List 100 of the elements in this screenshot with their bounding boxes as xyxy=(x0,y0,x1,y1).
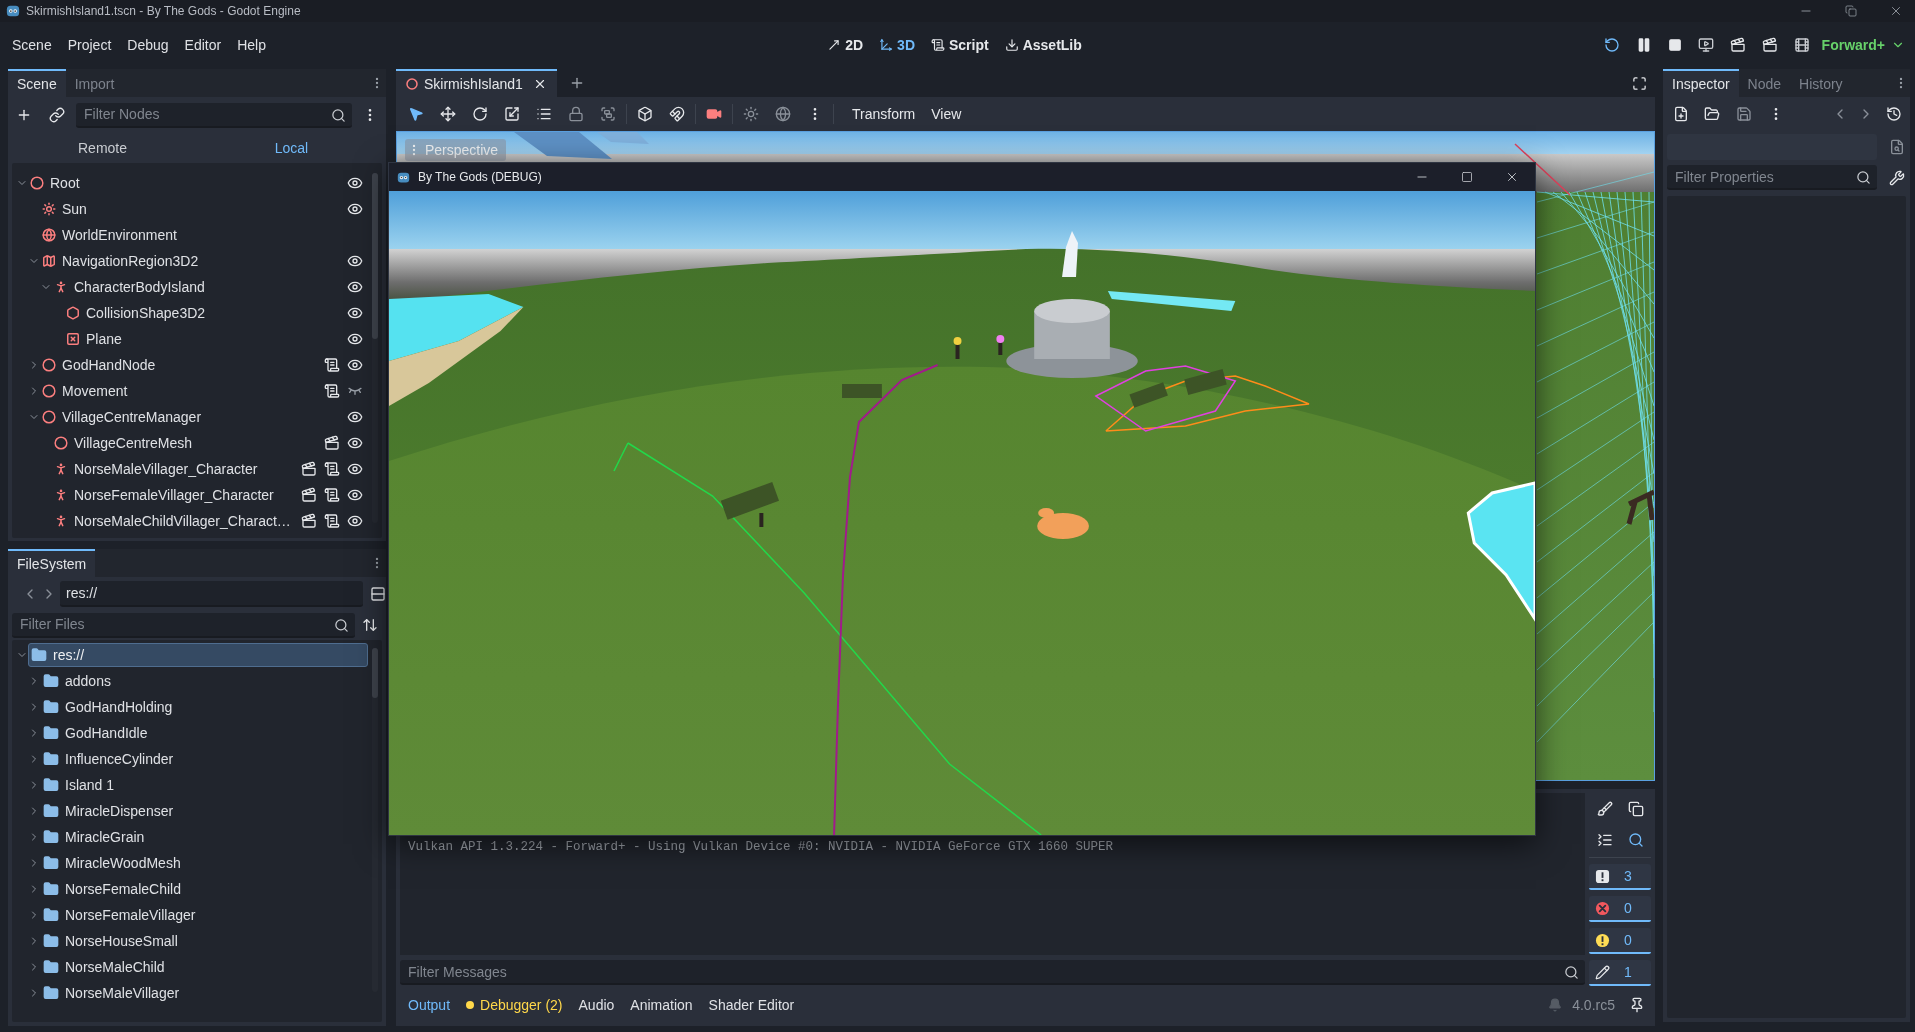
scene-node-item[interactable]: Movement xyxy=(40,380,130,402)
dock-tab[interactable]: FileSystem xyxy=(8,549,96,577)
film-icon[interactable] xyxy=(1793,37,1810,53)
wrench-icon[interactable] xyxy=(1889,169,1905,186)
eye-icon[interactable] xyxy=(347,201,363,217)
camera-icon[interactable] xyxy=(706,106,722,122)
group-icon[interactable] xyxy=(600,106,616,122)
save-icon[interactable] xyxy=(1736,106,1752,122)
scrollbar-thumb[interactable] xyxy=(372,648,378,698)
bottom-tab[interactable]: Animation xyxy=(622,992,701,1018)
folder-item[interactable]: NorseFemaleChild xyxy=(40,877,368,901)
folder-item[interactable]: addons xyxy=(40,669,368,693)
dock-tab[interactable]: Scene xyxy=(8,69,66,97)
close-icon[interactable] xyxy=(1889,4,1903,18)
eye-icon[interactable] xyxy=(347,513,363,529)
scroll-icon[interactable] xyxy=(324,383,340,399)
restore-icon[interactable] xyxy=(1845,5,1857,17)
clapper-icon[interactable] xyxy=(301,461,317,477)
eye-icon[interactable] xyxy=(347,435,363,451)
close-icon[interactable] xyxy=(1505,170,1519,184)
folder-item[interactable]: res:// xyxy=(28,643,368,667)
history-icon[interactable] xyxy=(1886,106,1902,122)
path-field[interactable]: res:// xyxy=(60,580,363,607)
cube-icon[interactable] xyxy=(637,106,653,122)
scene-node-item[interactable]: CollisionShape3D2 xyxy=(64,302,208,324)
folder-item[interactable]: MiracleWoodMesh xyxy=(40,851,368,875)
filter-field[interactable]: Filter Messages xyxy=(400,960,1585,985)
scene-node-item[interactable]: Sun xyxy=(40,198,89,220)
log-filter-toggle[interactable]: 3 xyxy=(1589,864,1651,890)
menu-item[interactable]: Scene xyxy=(4,30,60,60)
clapper-icon[interactable] xyxy=(301,487,317,503)
globe-icon[interactable] xyxy=(775,106,791,122)
folder-item[interactable]: NorseHouseSmall xyxy=(40,929,368,953)
document-search-icon[interactable] xyxy=(1889,138,1905,155)
sort-icon[interactable] xyxy=(362,617,378,633)
monitor-icon[interactable] xyxy=(1697,37,1714,53)
folder-item[interactable]: GodHandHolding xyxy=(40,695,368,719)
menu-item[interactable]: Editor xyxy=(176,30,230,60)
eye-icon[interactable] xyxy=(347,175,363,191)
open-folder-icon[interactable] xyxy=(1704,106,1720,122)
menu-item[interactable]: Debug xyxy=(119,30,177,60)
eye-icon[interactable] xyxy=(347,357,363,373)
pin-icon[interactable] xyxy=(1629,997,1645,1013)
dock-tab[interactable]: Inspector xyxy=(1663,69,1739,97)
rotate-icon[interactable] xyxy=(472,106,488,122)
scene-node-item[interactable]: GodHandNode xyxy=(40,354,158,376)
eye-icon[interactable] xyxy=(347,331,363,347)
eye-icon[interactable] xyxy=(347,487,363,503)
filter-field[interactable]: Filter Files xyxy=(12,612,355,638)
tree-mode-tab[interactable]: Remote xyxy=(8,135,197,161)
clapper-icon[interactable] xyxy=(1761,37,1778,53)
magnet-icon[interactable] xyxy=(669,106,685,122)
bottom-tab[interactable]: Debugger (2) xyxy=(458,992,571,1018)
scene-node-item[interactable]: WorldEnvironment xyxy=(40,224,179,246)
eye-icon[interactable] xyxy=(347,461,363,477)
document-tab[interactable]: SkirmishIsland1 xyxy=(396,69,557,97)
clapper-icon[interactable] xyxy=(1729,37,1746,53)
copy-icon[interactable] xyxy=(1627,801,1644,817)
scroll-icon[interactable] xyxy=(324,461,340,477)
clapper-icon[interactable] xyxy=(301,513,317,529)
bottom-tab[interactable]: Output xyxy=(400,992,459,1018)
folder-item[interactable]: MiracleDispenser xyxy=(40,799,368,823)
sun-icon[interactable] xyxy=(743,106,759,122)
menu-item[interactable]: Project xyxy=(59,30,120,60)
log-filter-toggle[interactable]: 1 xyxy=(1589,960,1651,986)
scrollbar-thumb[interactable] xyxy=(372,173,378,339)
menu-item[interactable]: Help xyxy=(229,30,274,60)
add-icon[interactable] xyxy=(16,107,32,123)
expand-icon[interactable] xyxy=(1632,75,1647,91)
log-filter-toggle[interactable]: 0 xyxy=(1589,928,1651,954)
folder-item[interactable]: MiracleGrain xyxy=(40,825,368,849)
folder-item[interactable]: NorseMaleChild xyxy=(40,955,368,979)
eye-icon[interactable] xyxy=(347,253,363,269)
workspace-tab[interactable]: Script xyxy=(925,30,995,60)
folder-item[interactable]: Island 1 xyxy=(40,773,368,797)
maximize-icon[interactable] xyxy=(1461,171,1473,183)
eye-icon[interactable] xyxy=(347,305,363,321)
eye-icon[interactable] xyxy=(347,409,363,425)
chevron-list-icon[interactable] xyxy=(1596,832,1613,848)
pointer-icon[interactable] xyxy=(408,106,424,122)
list-icon[interactable] xyxy=(536,106,552,122)
scroll-icon[interactable] xyxy=(324,357,340,373)
scene-node-item[interactable]: NorseFemaleVillager_Character xyxy=(52,484,276,506)
brush-icon[interactable] xyxy=(1596,801,1613,817)
tree-mode-tab[interactable]: Local xyxy=(197,135,386,161)
reload-icon[interactable] xyxy=(1603,37,1620,53)
scene-node-item[interactable]: CharacterBodyIsland xyxy=(52,276,207,298)
folder-item[interactable]: GodHandIdle xyxy=(40,721,368,745)
lock-icon[interactable] xyxy=(568,106,584,122)
scene-node-item[interactable]: NorseMaleVillager_Character xyxy=(52,458,260,480)
filter-field[interactable]: Filter Properties xyxy=(1667,165,1877,190)
workspace-tab[interactable]: 3D xyxy=(873,30,921,60)
workspace-tab[interactable]: 2D xyxy=(821,30,870,60)
scene-node-item[interactable]: Plane xyxy=(64,328,124,350)
search-icon[interactable] xyxy=(1627,832,1644,848)
clapper-icon[interactable] xyxy=(324,435,340,451)
scene-node-item[interactable]: VillageCentreManager xyxy=(40,406,204,428)
workspace-tab[interactable]: AssetLib xyxy=(998,30,1088,60)
viewport-menu[interactable]: View xyxy=(923,101,970,127)
scale-icon[interactable] xyxy=(504,106,520,122)
